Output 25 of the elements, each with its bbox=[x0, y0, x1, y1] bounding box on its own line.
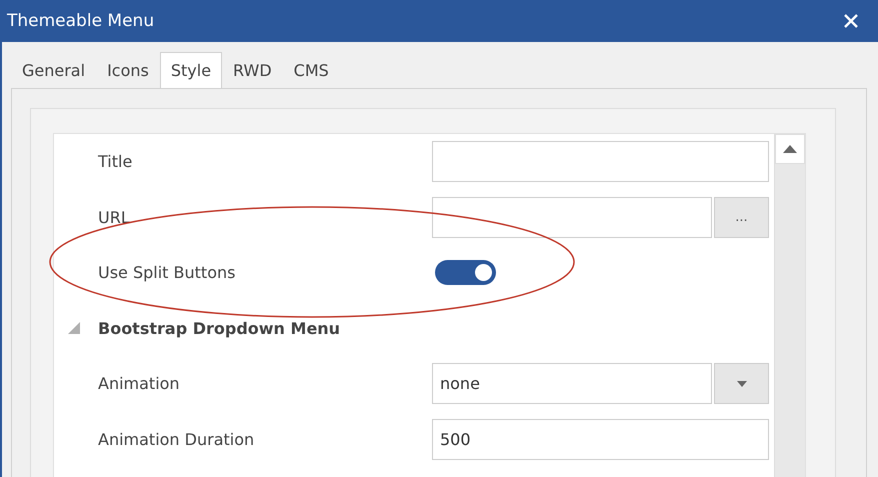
url-field[interactable] bbox=[432, 196, 712, 238]
up-arrow-icon bbox=[783, 145, 797, 153]
expand-icon[interactable] bbox=[68, 322, 80, 334]
property-label: Use Split Buttons bbox=[98, 263, 236, 282]
property-label: Title bbox=[98, 152, 134, 172]
browse-button[interactable]: ... bbox=[714, 196, 769, 238]
tab[interactable]: Icons bbox=[96, 52, 160, 88]
section-heading: Bootstrap Dropdown Menu bbox=[98, 318, 342, 338]
property-label: Animation bbox=[98, 374, 181, 394]
text-field[interactable]: 500 bbox=[432, 418, 769, 460]
close-icon[interactable] bbox=[844, 14, 858, 28]
window-title: Themeable Menu bbox=[7, 11, 154, 31]
tab[interactable]: RWD bbox=[222, 52, 283, 88]
select-field[interactable]: none bbox=[432, 363, 712, 404]
toggle-switch[interactable] bbox=[435, 260, 496, 286]
tab[interactable]: General bbox=[11, 52, 96, 88]
scrollbar[interactable] bbox=[774, 134, 805, 477]
tab[interactable]: Style bbox=[160, 52, 222, 88]
tab[interactable]: CMS bbox=[282, 52, 340, 88]
scroll-up-button[interactable] bbox=[775, 134, 805, 164]
property-label: URL bbox=[98, 208, 131, 227]
text-field[interactable] bbox=[432, 141, 769, 182]
property-label: Animation Duration bbox=[98, 430, 256, 449]
dropdown-button[interactable] bbox=[714, 363, 769, 404]
caret-icon bbox=[736, 380, 746, 387]
